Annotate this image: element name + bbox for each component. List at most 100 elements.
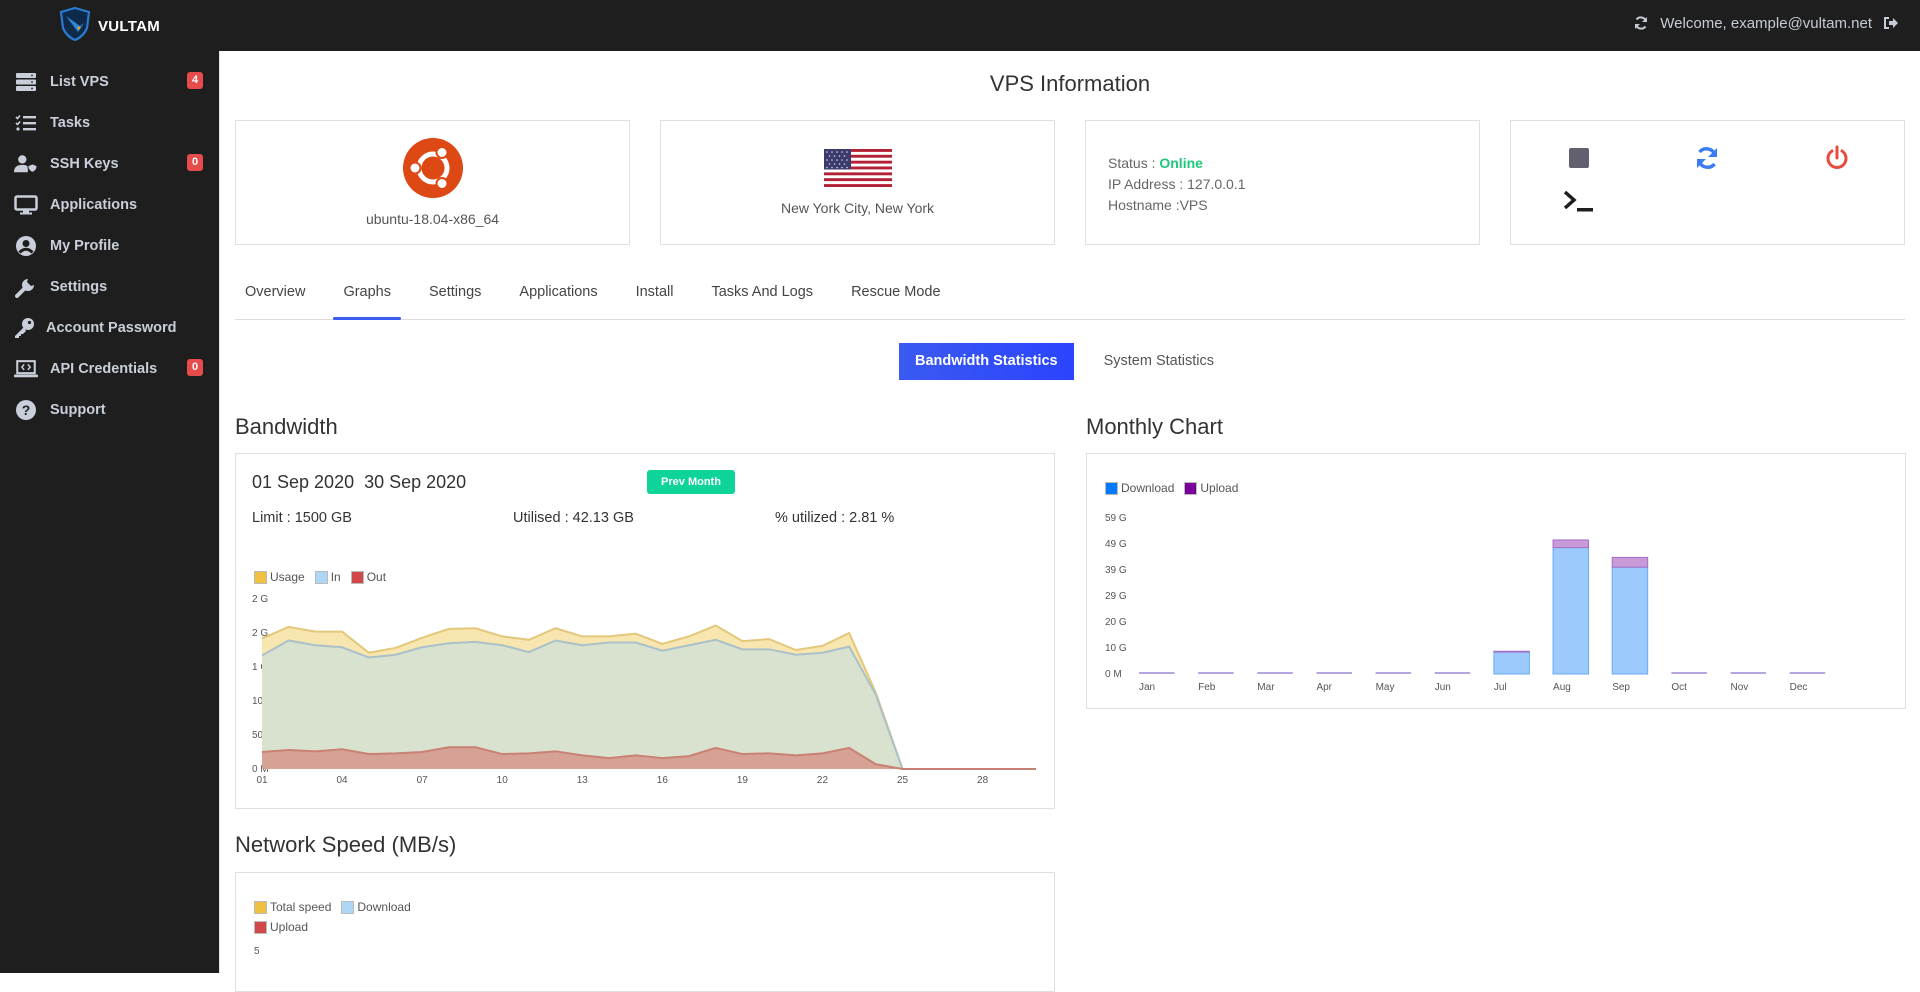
vultam-shield-logo-icon (58, 6, 92, 47)
legend-swatch (1105, 481, 1118, 495)
legend-item-download[interactable]: Download (341, 900, 411, 914)
date-range: 01 Sep 2020 30 Sep 2020 (252, 472, 467, 492)
sidebar-item-tasks[interactable]: Tasks (0, 102, 219, 143)
sidebar-item-my-profile[interactable]: My Profile (0, 225, 219, 266)
legend-item-total-speed[interactable]: Total speed (254, 900, 331, 914)
os-name: ubuntu-18.04-x86_64 (365, 211, 500, 227)
sign-out-icon[interactable] (1882, 14, 1900, 32)
y-tick-label: 0 M (1105, 669, 1122, 680)
sidebar-item-applications[interactable]: Applications (0, 184, 219, 225)
x-tick-label: 16 (657, 775, 669, 786)
restart-button[interactable] (1692, 145, 1722, 175)
legend-item-upload[interactable]: Upload (1184, 481, 1238, 495)
desktop-icon (14, 193, 38, 217)
svg-text:?: ? (22, 402, 31, 418)
welcome-text: Welcome, example@vultam.net (1660, 14, 1872, 32)
x-tick-label: 04 (337, 775, 349, 786)
status-card: Status : Online IP Address : 127.0.0.1 H… (1085, 120, 1480, 245)
brand-logo[interactable]: VULTAM (58, 6, 160, 47)
stop-button[interactable] (1564, 145, 1594, 175)
location-card: New York City, New York (660, 120, 1055, 245)
legend-swatch (254, 900, 267, 914)
area-in (262, 639, 1036, 769)
y-tick-label: 59 G (1105, 513, 1127, 524)
power-button[interactable] (1822, 145, 1852, 175)
x-tick-label: Oct (1671, 682, 1687, 693)
tab-install[interactable]: Install (626, 277, 684, 320)
bar-empty-may (1375, 672, 1412, 674)
sidebar: List VPS 4 Tasks SSH Keys 0 Applications… (0, 51, 219, 973)
tab-overview[interactable]: Overview (235, 277, 315, 320)
monthly-legend: Download Upload (1105, 481, 1242, 495)
sidebar-item-label: Account Password (46, 319, 177, 336)
x-tick-label: 10 (497, 775, 509, 786)
sidebar-item-label: API Credentials (50, 360, 158, 377)
legend-item-out[interactable]: Out (350, 570, 387, 584)
bar-empty-dec (1789, 672, 1826, 674)
sidebar-item-settings[interactable]: Settings (0, 266, 219, 307)
monthly-chart-title: Monthly Chart (1086, 414, 1223, 439)
sidebar-item-account-password[interactable]: Account Password (0, 307, 219, 348)
limit-text: Limit : 1500 GB (252, 510, 352, 526)
legend-item-upload[interactable]: Upload (254, 920, 308, 934)
utilised-text: Utilised : 42.13 GB (513, 510, 634, 526)
bar-download-jul (1493, 651, 1530, 675)
ubuntu-logo-icon (402, 138, 463, 201)
bar-download-sep (1611, 566, 1649, 675)
console-button[interactable] (1563, 188, 1594, 218)
x-tick-label: Nov (1731, 682, 1749, 693)
tab-graphs[interactable]: Graphs (333, 277, 401, 320)
ip-line: IP Address : 127.0.0.1 (1108, 174, 1479, 195)
sidebar-item-list-vps[interactable]: List VPS 4 (0, 61, 219, 102)
bar-upload-sep (1611, 556, 1649, 568)
page-title: VPS Information (989, 71, 1151, 96)
percent-utilized-text: % utilized : 2.81 % (775, 510, 895, 526)
legend-item-download[interactable]: Download (1105, 481, 1174, 495)
sidebar-item-support[interactable]: ? Support (0, 389, 219, 430)
bar-empty-mar (1257, 672, 1293, 674)
legend-item-usage[interactable]: Usage (254, 570, 305, 584)
bar-empty-feb (1198, 672, 1234, 674)
wrench-icon (14, 275, 38, 299)
question-circle-icon: ? (14, 398, 38, 422)
legend-swatch (314, 570, 328, 584)
legend-label: Upload (270, 920, 309, 934)
network-speed-title: Network Speed (MB/s) (235, 832, 457, 857)
legend-label: Total speed (270, 900, 332, 914)
tab-applications[interactable]: Applications (509, 277, 607, 320)
brand-name: VULTAM (98, 18, 161, 35)
bandwidth-legend: Usage In Out (254, 570, 390, 584)
bandwidth-panel: 01 Sep 2020 30 Sep 2020 Prev Month Limit… (235, 453, 1055, 809)
system-statistics-button[interactable]: System Statistics (1088, 343, 1230, 380)
key-icon (12, 316, 36, 340)
sidebar-item-label: Settings (50, 278, 108, 295)
hostname-label: Hostname : (1108, 197, 1180, 213)
prev-month-button[interactable]: Prev Month (647, 470, 735, 494)
x-tick-label: 25 (897, 775, 909, 786)
status-line: Status : Online (1108, 153, 1479, 174)
x-tick-label: Dec (1790, 682, 1808, 693)
x-tick-label: 22 (817, 775, 829, 786)
tab-tasks-and-logs[interactable]: Tasks And Logs (701, 277, 823, 320)
sidebar-item-ssh-keys[interactable]: SSH Keys 0 (0, 143, 219, 184)
tab-settings[interactable]: Settings (419, 277, 491, 320)
tasks-list-icon (14, 111, 38, 135)
legend-label: Out (366, 570, 387, 584)
legend-swatch (341, 900, 355, 914)
status-badge: Online (1159, 155, 1203, 171)
hostname-value: VPS (1179, 197, 1208, 213)
bar-empty-jan (1139, 672, 1175, 674)
legend-item-in[interactable]: In (314, 570, 341, 584)
y-tick-label: 5 (254, 946, 260, 957)
status-label: Status : (1108, 155, 1160, 171)
main-content: VPS Information ubuntu-18.04-x86_64 New … (219, 51, 1920, 992)
sidebar-item-api-credentials[interactable]: API Credentials 0 (0, 348, 219, 389)
y-tick-label: 49 G (1105, 539, 1127, 550)
tab-rescue-mode[interactable]: Rescue Mode (841, 277, 950, 320)
bandwidth-statistics-button[interactable]: Bandwidth Statistics (899, 343, 1074, 380)
bandwidth-title: Bandwidth (235, 414, 338, 439)
ip-value: 127.0.0.1 (1187, 176, 1246, 192)
power-icon (1824, 145, 1850, 176)
refresh-icon[interactable] (1632, 14, 1650, 32)
y-tick-label: 20 G (1105, 617, 1127, 628)
